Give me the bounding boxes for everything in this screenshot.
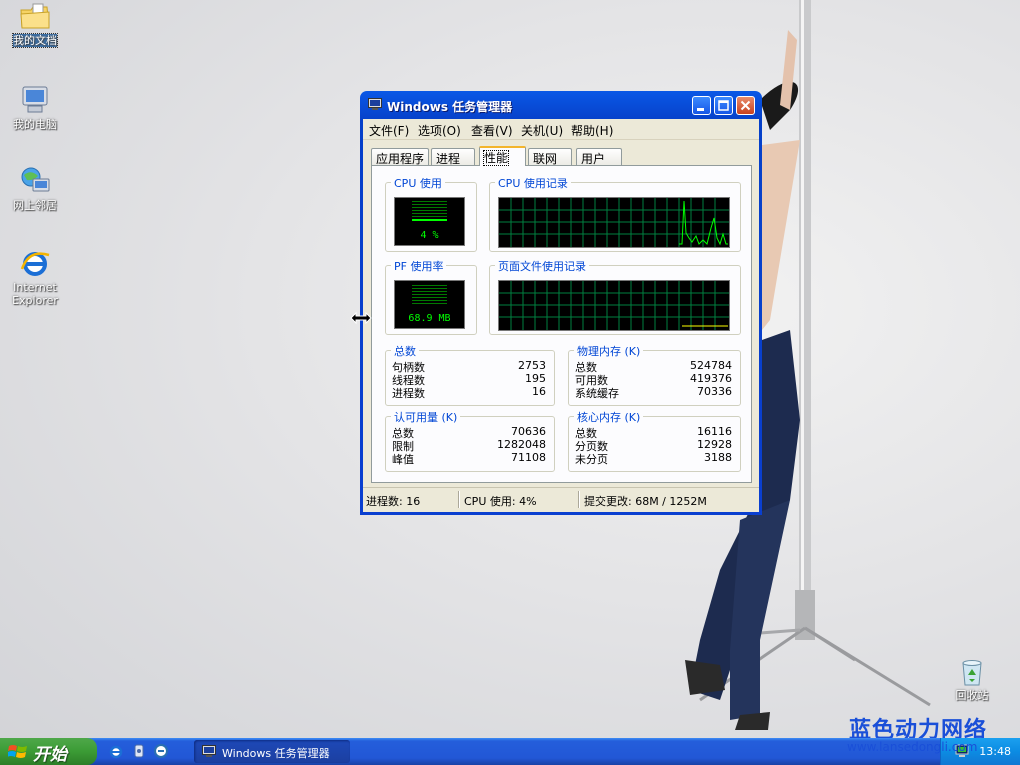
watermark-url: www.lansedongli.com [847, 740, 978, 754]
resize-cursor-icon [350, 311, 372, 325]
kernel-row-paged: 分页数 12928 [575, 438, 732, 453]
internet-explorer-icon [20, 252, 50, 276]
totals-row-threads: 线程数 195 [392, 372, 546, 387]
physical-row-cache: 系统缓存 70336 [575, 385, 732, 400]
desktop-icon-network[interactable]: 网上邻居 [5, 165, 65, 212]
close-icon [740, 100, 751, 111]
maximize-button[interactable] [714, 96, 733, 115]
performance-panel: CPU 使用 4 % CPU 使用记录 PF 使用率 68.9 MB 页面文件使… [371, 165, 752, 483]
menu-bar: 文件(F) 选项(O) 查看(V) 关机(U) 帮助(H) [363, 119, 759, 140]
desktop-icon-recycle-bin[interactable]: 回收站 [942, 657, 1002, 702]
totals-row-processes: 进程数 16 [392, 385, 546, 400]
commit-charge-caption: 认可用量 (K) [391, 409, 461, 425]
kernel-row-total: 总数 16116 [575, 425, 732, 440]
pf-history-group: 页面文件使用记录 [489, 258, 741, 335]
tab-performance[interactable]: 性能 [479, 146, 526, 166]
pf-history-graph [498, 280, 730, 331]
physical-row-total: 总数 524784 [575, 359, 732, 374]
physical-memory-caption: 物理内存 (K) [574, 343, 644, 359]
status-commit: 提交更改: 68M / 1252M [584, 495, 707, 508]
cpu-history-plot [499, 198, 729, 247]
windows-logo-icon [8, 745, 27, 758]
tab-processes[interactable]: 进程 [431, 148, 475, 166]
desktop-icon-label: 我的电脑 [13, 118, 57, 131]
menu-help[interactable]: 帮助(H) [571, 122, 613, 139]
status-cpu: CPU 使用: 4% [464, 495, 537, 508]
kernel-memory-caption: 核心内存 (K) [574, 409, 644, 425]
menu-options[interactable]: 选项(O) [418, 122, 461, 139]
status-divider [578, 491, 580, 508]
desktop-icon-internet-explorer[interactable]: Internet Explorer [5, 247, 65, 307]
totals-group: 总数 句柄数 2753 线程数 195 进程数 16 [385, 343, 555, 406]
task-manager-icon [202, 745, 216, 757]
computer-icon [22, 86, 48, 113]
cpu-history-group: CPU 使用记录 [489, 175, 741, 252]
pf-usage-group: PF 使用率 68.9 MB [385, 258, 477, 335]
quicklaunch-media-icon[interactable] [131, 743, 147, 759]
physical-memory-group: 物理内存 (K) 总数 524784 可用数 419376 系统缓存 70336 [568, 343, 741, 406]
tab-users[interactable]: 用户 [576, 148, 622, 166]
cpu-usage-value: 4 % [420, 230, 439, 241]
cpu-usage-group: CPU 使用 4 % [385, 175, 477, 252]
quicklaunch-browser-icon[interactable] [153, 743, 169, 759]
network-icon [21, 167, 50, 192]
window-title: Windows 任务管理器 [387, 100, 513, 114]
minimize-icon [697, 108, 704, 111]
physical-row-available: 可用数 419376 [575, 372, 732, 387]
clock: 13:48 [979, 745, 1011, 758]
desktop-icon-label: 网上邻居 [13, 199, 57, 212]
status-divider [458, 491, 460, 508]
quicklaunch-ie-icon[interactable] [108, 743, 124, 759]
commit-row-peak: 峰值 71108 [392, 451, 546, 466]
desktop-icon-label: 回收站 [955, 689, 989, 702]
start-label: 开始 [33, 745, 67, 765]
desktop-icon-label: Internet Explorer [12, 281, 58, 307]
menu-file[interactable]: 文件(F) [369, 122, 409, 139]
pf-usage-caption: PF 使用率 [391, 258, 447, 274]
cpu-history-graph [498, 197, 730, 248]
totals-caption: 总数 [391, 343, 419, 359]
pf-history-caption: 页面文件使用记录 [495, 258, 589, 274]
task-manager-icon [368, 98, 382, 110]
recycle-bin-icon [962, 660, 982, 686]
menu-shutdown[interactable]: 关机(U) [521, 122, 563, 139]
cpu-usage-meter: 4 % [394, 197, 465, 246]
status-processes: 进程数: 16 [366, 495, 421, 508]
taskbar-button-task-manager[interactable]: Windows 任务管理器 [194, 740, 350, 763]
close-button[interactable] [736, 96, 755, 115]
cpu-history-caption: CPU 使用记录 [495, 175, 571, 191]
start-button[interactable]: 开始 [0, 738, 97, 765]
commit-charge-group: 认可用量 (K) 总数 70636 限制 1282048 峰值 71108 [385, 409, 555, 472]
commit-row-limit: 限制 1282048 [392, 438, 546, 453]
tab-applications[interactable]: 应用程序 [371, 148, 429, 166]
title-bar[interactable]: Windows 任务管理器 [363, 91, 759, 119]
tab-strip: 应用程序 进程 性能 联网 用户 [371, 146, 751, 166]
menu-view[interactable]: 查看(V) [471, 122, 513, 139]
commit-row-total: 总数 70636 [392, 425, 546, 440]
desktop-icon-my-computer[interactable]: 我的电脑 [5, 84, 65, 131]
minimize-button[interactable] [692, 96, 711, 115]
desktop-icon-label: 我的文档 [12, 33, 58, 48]
pf-usage-meter: 68.9 MB [394, 280, 465, 329]
pf-usage-value: 68.9 MB [408, 313, 451, 324]
kernel-memory-group: 核心内存 (K) 总数 16116 分页数 12928 未分页 3188 [568, 409, 741, 472]
kernel-row-nonpaged: 未分页 3188 [575, 451, 732, 466]
desktop-icon-my-documents[interactable]: 我的文档 [5, 2, 65, 48]
task-manager-window[interactable]: Windows 任务管理器 文件(F) 选项(O) 查看(V) 关机(U) 帮助… [360, 91, 762, 515]
status-bar: 进程数: 16 CPU 使用: 4% 提交更改: 68M / 1252M [363, 487, 759, 512]
taskbar-button-label: Windows 任务管理器 [222, 747, 330, 760]
folder-icon [20, 3, 50, 29]
cpu-usage-caption: CPU 使用 [391, 175, 445, 191]
maximize-icon [718, 100, 729, 111]
pf-history-plot [499, 281, 729, 330]
tab-networking[interactable]: 联网 [528, 148, 572, 166]
totals-row-handles: 句柄数 2753 [392, 359, 546, 374]
window-client: 文件(F) 选项(O) 查看(V) 关机(U) 帮助(H) 应用程序 进程 性能… [363, 119, 759, 512]
